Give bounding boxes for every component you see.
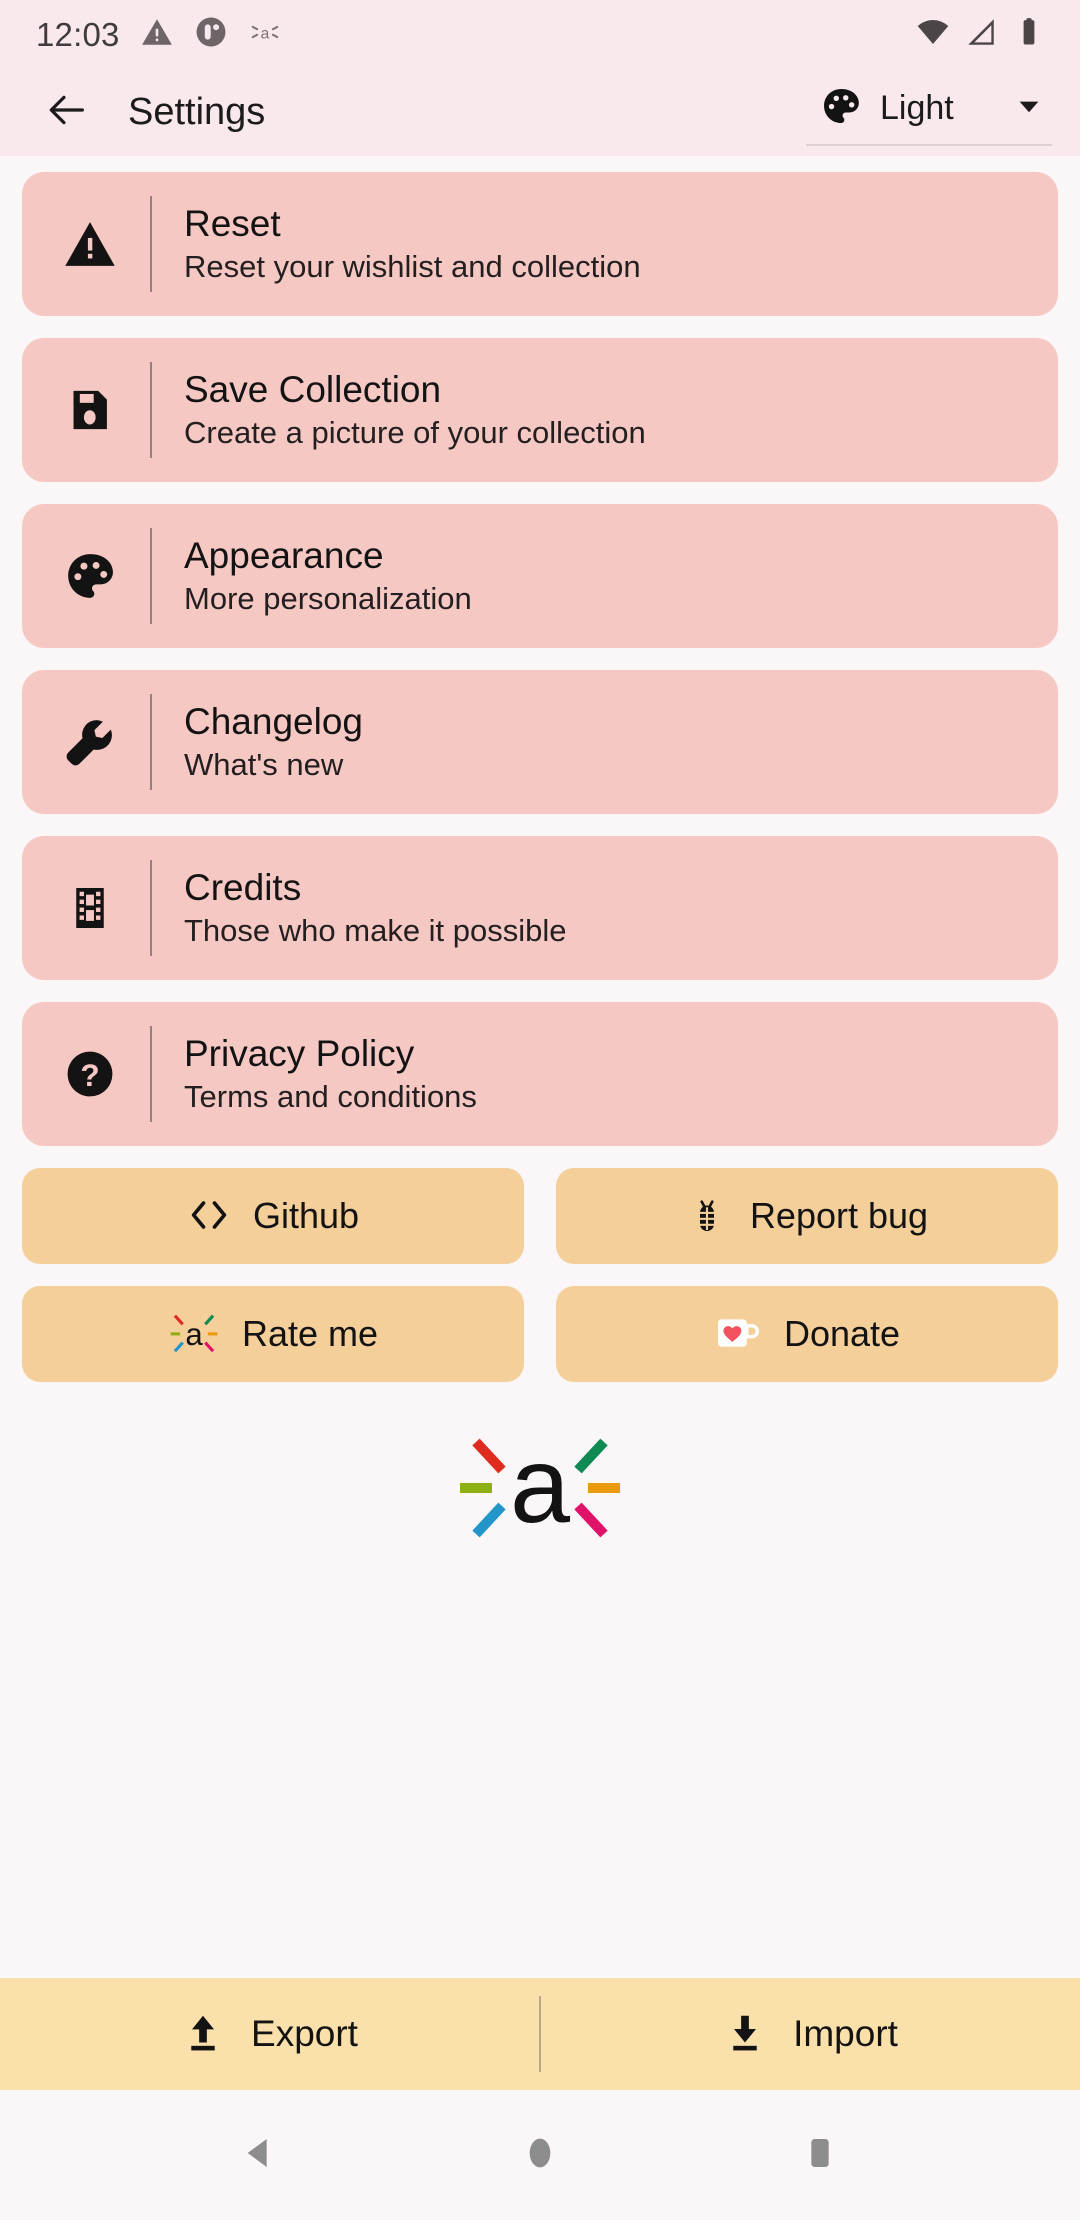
top-app-bar: Settings Light (0, 68, 1080, 156)
setting-subtitle: More personalization (184, 581, 472, 617)
nav-recents-icon (800, 2133, 840, 2178)
card-divider (150, 528, 152, 624)
nav-recents-button[interactable] (760, 2095, 880, 2215)
setting-item-appearance[interactable]: Appearance More personalization (22, 504, 1058, 648)
setting-subtitle: Terms and conditions (184, 1079, 477, 1115)
setting-title: Changelog (184, 700, 363, 742)
coffee-heart-icon (714, 1313, 762, 1356)
nav-back-button[interactable] (200, 2095, 320, 2215)
back-arrow-icon (44, 87, 90, 138)
status-clock: 12:03 (36, 15, 120, 53)
bottom-label: Export (251, 2013, 358, 2054)
setting-subtitle: Create a picture of your collection (184, 415, 646, 451)
donate-button[interactable]: Donate (556, 1286, 1058, 1382)
svg-text:a: a (510, 1428, 571, 1544)
setting-text: Appearance More personalization (152, 535, 472, 617)
card-divider (150, 860, 152, 956)
card-divider (150, 1026, 152, 1122)
setting-item-credits[interactable]: Credits Those who make it possible (22, 836, 1058, 980)
app-logo-graphic: a (460, 1428, 620, 1544)
wrench-icon (30, 714, 150, 770)
setting-title: Reset (184, 202, 281, 244)
theme-selector[interactable]: Light (806, 79, 1052, 146)
setting-title: Save Collection (184, 368, 442, 410)
setting-text: Credits Those who make it possible (152, 867, 567, 949)
app-notification-icon (194, 15, 228, 54)
setting-text: Reset Reset your wishlist and collection (152, 203, 641, 285)
setting-subtitle: Reset your wishlist and collection (184, 249, 641, 285)
report-bug-button[interactable]: Report bug (556, 1168, 1058, 1264)
floppy-disk-icon (30, 384, 150, 436)
download-icon (723, 2011, 767, 2058)
android-nav-bar (0, 2090, 1080, 2220)
wifi-icon (916, 15, 950, 54)
svg-text:a: a (185, 1317, 203, 1352)
theme-value: Light (880, 88, 954, 127)
setting-title: Appearance (184, 534, 384, 576)
nav-back-icon (240, 2133, 280, 2178)
bottom-bar-divider (539, 1996, 541, 2072)
action-label: Github (252, 1195, 360, 1236)
nav-home-icon (520, 2133, 560, 2178)
battery-icon (1012, 15, 1046, 54)
setting-text: Save Collection Create a picture of your… (152, 369, 646, 451)
setting-text: Changelog What's new (152, 701, 363, 783)
action-label: Report bug (749, 1195, 929, 1236)
settings-list: Reset Reset your wishlist and collection… (0, 156, 1080, 1978)
film-strip-icon (30, 883, 150, 933)
cellular-signal-icon (964, 15, 998, 54)
import-button[interactable]: Import (541, 1978, 1080, 2090)
help-question-icon: ? (30, 1046, 150, 1102)
setting-item-changelog[interactable]: Changelog What's new (22, 670, 1058, 814)
setting-title: Credits (184, 866, 302, 908)
card-divider (150, 694, 152, 790)
action-button-grid: Github Report bug a Rate me Donate (22, 1168, 1058, 1382)
bottom-label: Import (793, 2013, 898, 2054)
card-divider (150, 196, 152, 292)
app-logo: a (22, 1382, 1058, 1544)
export-button[interactable]: Export (0, 1978, 539, 2090)
page-title: Settings (128, 90, 266, 133)
svg-text:a: a (260, 25, 269, 42)
setting-text: Privacy Policy Terms and conditions (152, 1033, 477, 1115)
action-label: Rate me (241, 1313, 379, 1354)
github-button[interactable]: Github (22, 1168, 524, 1264)
setting-title: Privacy Policy (184, 1032, 415, 1074)
code-brackets-icon (187, 1193, 231, 1240)
rate-me-button[interactable]: a Rate me (22, 1286, 524, 1382)
app-logo-icon: a (168, 1310, 220, 1359)
palette-icon (820, 85, 862, 132)
upload-icon (181, 2011, 225, 2058)
settings-screen: 12:03 a Settings Light Reset Reset your … (0, 0, 1080, 2220)
bug-icon (686, 1194, 728, 1239)
setting-subtitle: Those who make it possible (184, 913, 567, 949)
setting-item-privacy-policy[interactable]: ? Privacy Policy Terms and conditions (22, 1002, 1058, 1146)
status-bar-left: 12:03 a (36, 15, 282, 54)
svg-text:?: ? (80, 1057, 99, 1093)
action-label: Donate (783, 1313, 901, 1354)
warning-triangle-icon (30, 216, 150, 272)
back-button[interactable] (30, 75, 104, 149)
warning-triangle-icon (140, 15, 174, 54)
vibrate-icon: a (248, 15, 282, 54)
setting-subtitle: What's new (184, 747, 344, 783)
bottom-action-bar: Export Import (0, 1978, 1080, 2090)
card-divider (150, 362, 152, 458)
status-bar-right (916, 15, 1046, 54)
chevron-down-icon[interactable] (1014, 91, 1044, 126)
palette-icon (30, 549, 150, 603)
status-bar: 12:03 a (0, 0, 1080, 68)
setting-item-reset[interactable]: Reset Reset your wishlist and collection (22, 172, 1058, 316)
setting-item-save-collection[interactable]: Save Collection Create a picture of your… (22, 338, 1058, 482)
nav-home-button[interactable] (480, 2095, 600, 2215)
